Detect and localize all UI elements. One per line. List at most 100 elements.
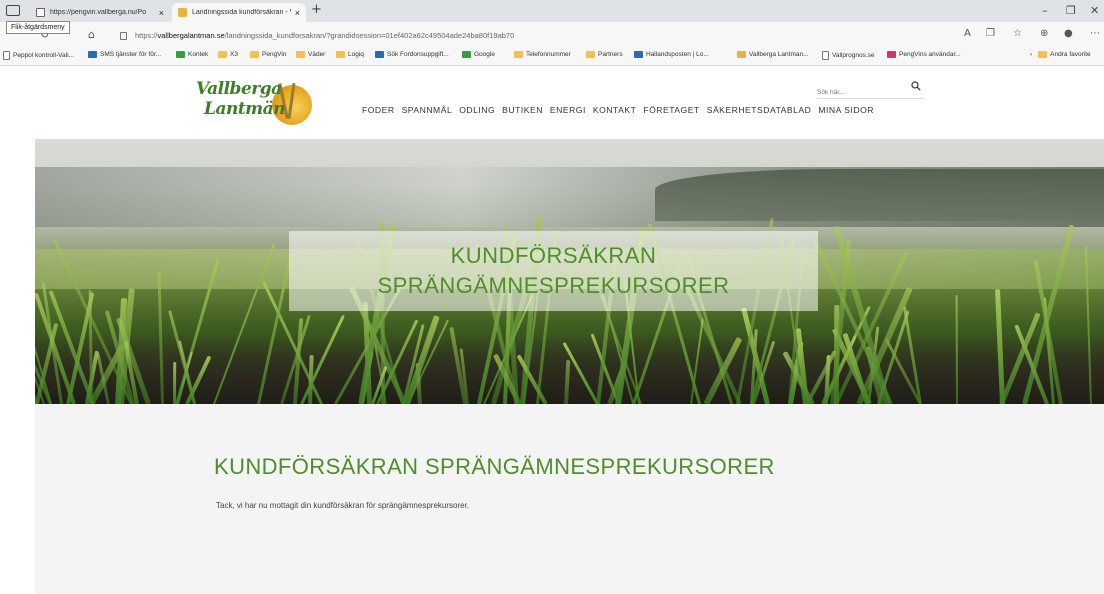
vallberga-favicon <box>737 51 746 58</box>
folder-icon <box>1038 51 1048 58</box>
bookmark-item[interactable]: SMS tjänster för för... <box>88 51 161 58</box>
bookmark-item[interactable]: X3 <box>218 51 238 58</box>
google-icon <box>462 51 471 58</box>
vallberga-favicon <box>178 8 187 17</box>
bookmark-label: Logiq <box>348 51 364 58</box>
bookmark-icon <box>88 51 97 58</box>
grass-blade <box>173 361 177 404</box>
page-title: KUNDFÖRSÄKRAN SPRÄNGÄMNESPREKURSORER <box>214 454 775 479</box>
bookmark-label: Sök Fordonsuppgift... <box>387 51 449 58</box>
bookmark-item[interactable]: Logiq <box>336 51 364 58</box>
content-section: KUNDFÖRSÄKRAN SPRÄNGÄMNESPREKURSORER Tac… <box>35 404 1104 594</box>
folder-icon <box>296 51 305 58</box>
bookmark-item[interactable]: Telefonnummer <box>514 51 571 58</box>
search-icon[interactable] <box>911 81 921 91</box>
address-bar: ↻ ⌂ https://vallbergalantman.se/landning… <box>0 22 1104 48</box>
bookmarks-bar: Peppol kontroll-Vali... SMS tjänster för… <box>0 48 1104 66</box>
bookmark-icon <box>634 51 643 58</box>
main-nav: FODER SPANNMÅL ODLING BUTIKEN ENERGI KON… <box>362 105 874 115</box>
nav-kontakt[interactable]: KONTAKT <box>593 105 636 115</box>
bookmark-label: X3 <box>230 51 238 58</box>
bookmark-icon <box>887 51 896 58</box>
bookmark-label: Hallandsposten | Lo... <box>646 51 709 58</box>
bookmark-label: Peppol kontroll-Vali... <box>13 52 74 59</box>
hero-title-line-2: SPRÄNGÄMNESPREKURSORER <box>377 273 730 298</box>
url-field[interactable]: https://vallbergalantman.se/landningssid… <box>120 28 514 43</box>
folder-icon <box>218 51 227 58</box>
nav-odling[interactable]: ODLING <box>459 105 495 115</box>
bookmark-label: Vallprognos.se <box>832 52 875 59</box>
read-aloud-icon[interactable]: A <box>964 28 971 39</box>
bookmark-label: Väder <box>308 51 326 58</box>
bookmark-label: Kontek <box>188 51 209 58</box>
nav-sakerhetsdatablad[interactable]: SÄKERHETSDATABLAD <box>707 105 812 115</box>
nav-energi[interactable]: ENERGI <box>550 105 586 115</box>
reader-icon[interactable]: ❐ <box>986 28 995 39</box>
nav-butiken[interactable]: BUTIKEN <box>502 105 543 115</box>
bookmark-item[interactable]: Peppol kontroll-Vali... <box>3 51 74 60</box>
bookmark-label: Partners <box>598 51 623 58</box>
close-window-button[interactable]: ✕ <box>1090 4 1099 17</box>
tab-title: Landningssida kundförsäkran - V <box>192 9 291 16</box>
page-icon <box>36 8 45 17</box>
home-icon[interactable]: ⌂ <box>88 28 95 41</box>
logo-text: Vallberga <box>196 79 282 99</box>
bookmark-item[interactable]: Hallandsposten | Lo... <box>634 51 709 58</box>
hero-treeline <box>655 169 1104 221</box>
logo-text: Lantmän <box>204 99 286 119</box>
bookmark-label: Telefonnummer <box>526 51 571 58</box>
nav-foretaget[interactable]: FÖRETAGET <box>643 105 699 115</box>
site-header: Vallberga Lantmän FODER SPANNMÅL ODLING … <box>0 67 1104 139</box>
nav-foder[interactable]: FODER <box>362 105 395 115</box>
restore-button[interactable]: ❐ <box>1066 4 1076 17</box>
browser-tab-bar: https://pengvin.vallberga.nu/Po × Landni… <box>0 0 1104 22</box>
url-path: /landningssida_kundforsakran/?grandidses… <box>224 31 515 40</box>
bookmark-icon <box>176 51 185 58</box>
bookmark-item[interactable]: PengVin <box>250 51 286 58</box>
site-logo[interactable]: Vallberga Lantmän <box>196 79 316 127</box>
folder-icon <box>586 51 595 58</box>
new-tab-button[interactable]: + <box>311 2 322 17</box>
tab-actions-tooltip: Flik-åtgärdsmeny <box>6 21 70 34</box>
page-icon <box>822 51 829 60</box>
hero-title-box: KUNDFÖRSÄKRAN SPRÄNGÄMNESPREKURSORER <box>289 231 818 311</box>
folder-icon <box>336 51 345 58</box>
folder-icon <box>514 51 523 58</box>
confirmation-message: Tack, vi har nu mottagit din kundförsäkr… <box>216 501 470 510</box>
nav-spannmal[interactable]: SPANNMÅL <box>402 105 453 115</box>
site-search <box>817 79 925 99</box>
close-tab-icon[interactable]: × <box>159 8 164 18</box>
minimize-button[interactable]: – <box>1042 4 1048 17</box>
bookmark-label: PengVins användar... <box>899 51 961 58</box>
lock-icon <box>120 31 127 40</box>
page-icon <box>3 51 10 60</box>
bookmark-item[interactable]: Kontek <box>176 51 208 58</box>
bookmark-label: Vallberga Lantman... <box>749 51 809 58</box>
profile-icon[interactable]: ● <box>1064 28 1073 39</box>
bookmark-item-other-favorites[interactable]: › Andra favorite <box>1030 51 1091 58</box>
browser-tab-pengvin[interactable]: https://pengvin.vallberga.nu/Po × <box>30 3 170 22</box>
more-menu-icon[interactable]: ⋯ <box>1090 28 1100 39</box>
url-scheme: https:// <box>135 31 158 40</box>
browser-tab-landningssida[interactable]: Landningssida kundförsäkran - V × <box>172 3 306 22</box>
collections-icon[interactable]: ⊕ <box>1040 28 1048 39</box>
bookmark-item[interactable]: Sök Fordonsuppgift... <box>375 51 449 58</box>
tab-actions-icon[interactable] <box>6 5 20 16</box>
bookmark-item[interactable]: Vallberga Lantman... <box>737 51 809 58</box>
bookmark-item[interactable]: PengVins användar... <box>887 51 961 58</box>
chevron-right-icon: › <box>1030 51 1033 58</box>
search-input[interactable] <box>817 83 897 96</box>
bookmark-label: Google <box>474 51 495 58</box>
hero-title-line-1: KUNDFÖRSÄKRAN <box>450 243 657 268</box>
close-tab-icon[interactable]: × <box>295 8 300 18</box>
favorites-icon[interactable]: ☆ <box>1013 28 1022 39</box>
url-host: vallbergalantman.se <box>157 31 225 40</box>
bookmark-item[interactable]: Väder <box>296 51 325 58</box>
tab-title: https://pengvin.vallberga.nu/Po <box>50 9 147 16</box>
bookmark-item[interactable]: Partners <box>586 51 623 58</box>
bookmark-icon <box>375 51 384 58</box>
bookmark-item[interactable]: Google <box>462 51 495 58</box>
bookmark-label: SMS tjänster för för... <box>100 51 162 58</box>
nav-mina-sidor[interactable]: MINA SIDOR <box>818 105 874 115</box>
bookmark-item[interactable]: Vallprognos.se <box>822 51 875 60</box>
